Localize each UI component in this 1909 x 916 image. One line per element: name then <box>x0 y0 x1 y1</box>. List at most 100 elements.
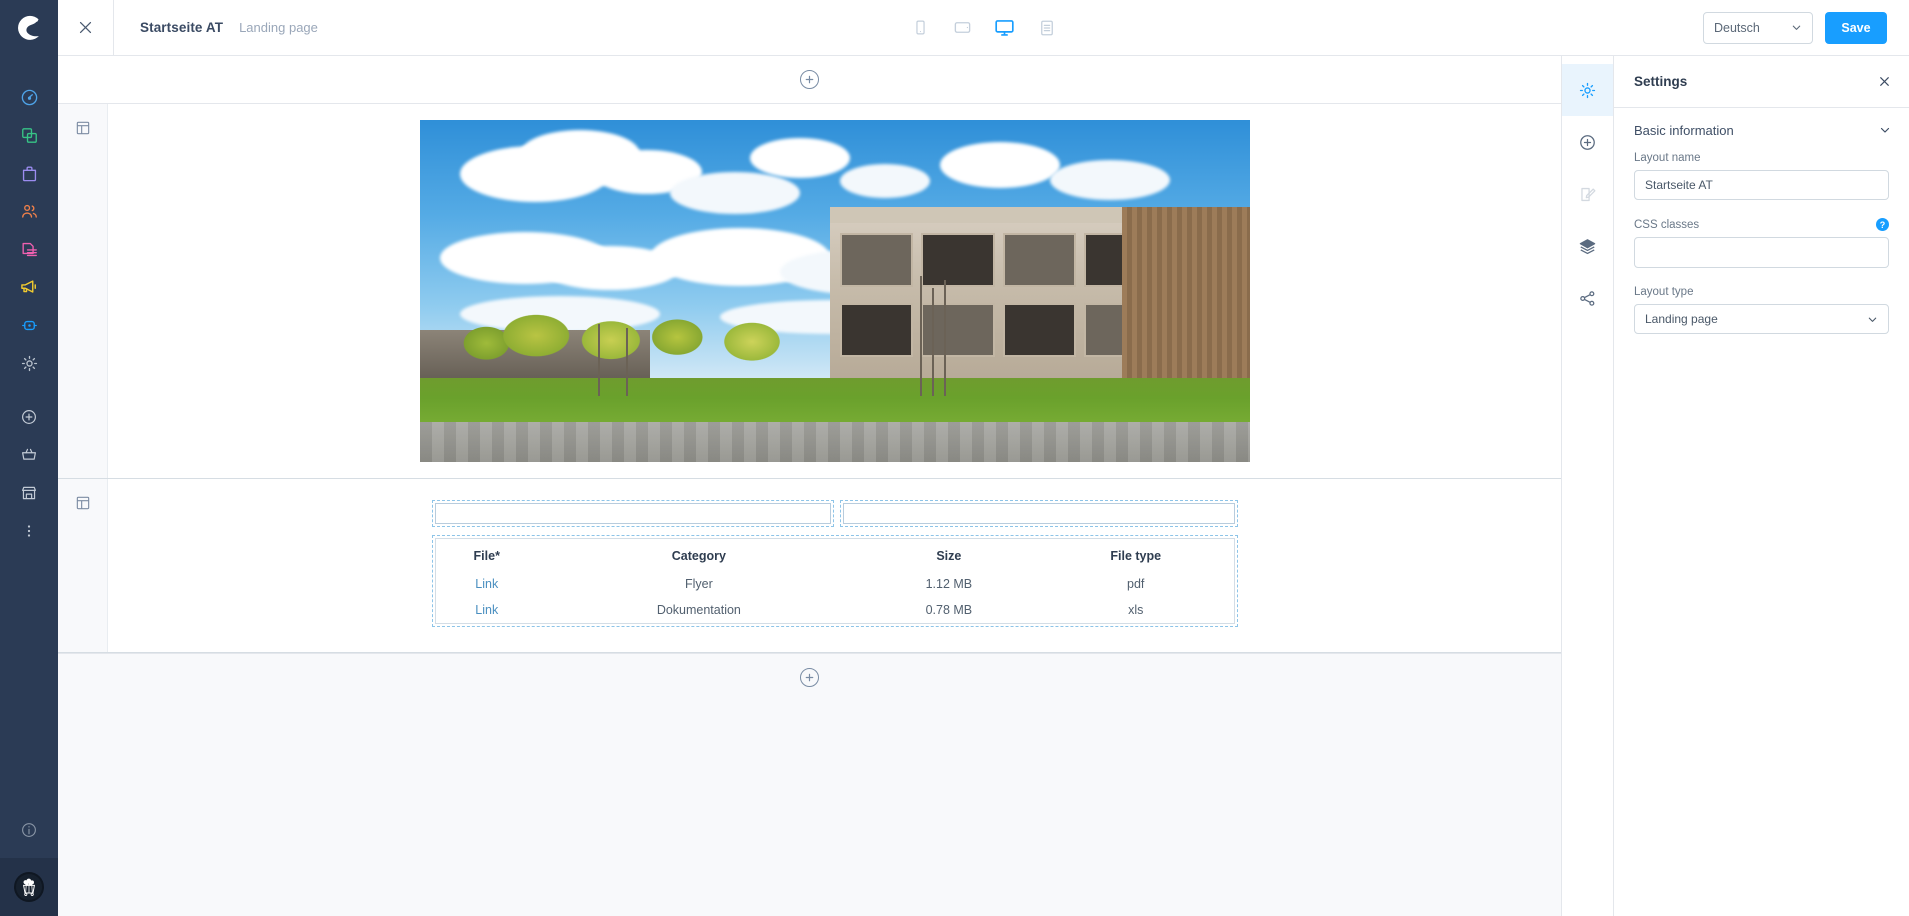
storefront-icon <box>22 486 36 500</box>
settings-panel: Settings Basic information Layout name S… <box>1613 56 1909 916</box>
device-mobile-button[interactable] <box>908 15 934 41</box>
layout-name-label: Layout name <box>1634 152 1701 164</box>
form-field-right[interactable] <box>839 500 1238 527</box>
rail-share-button[interactable] <box>1562 272 1614 324</box>
plus-circle-icon <box>1580 134 1595 150</box>
shopware-logo-icon <box>18 15 40 40</box>
rail-edit-content-button[interactable] <box>1562 168 1614 220</box>
sidebar-item-content[interactable] <box>0 230 58 268</box>
chevron-down-icon <box>1868 317 1877 322</box>
sidebar-help-button[interactable] <box>0 802 58 858</box>
form-input-row <box>431 500 1238 527</box>
more-vertical-icon <box>27 525 31 537</box>
close-editor-button[interactable] <box>58 0 114 56</box>
form-field-left[interactable] <box>431 500 834 527</box>
sidebar-item-extensions[interactable] <box>0 306 58 344</box>
sidebar-item-marketing[interactable] <box>0 268 58 306</box>
gear-icon <box>1579 82 1596 98</box>
cms-section-image-body <box>108 104 1561 478</box>
sidebar-shortcut-add[interactable] <box>0 398 58 436</box>
css-classes-input[interactable] <box>1634 237 1889 268</box>
close-icon <box>1880 77 1889 86</box>
section-layout-icon <box>76 496 89 510</box>
rail-settings-button[interactable] <box>1561 64 1614 116</box>
marketing-megaphone-icon <box>21 280 36 293</box>
extensions-plug-icon <box>21 320 37 330</box>
file-table-col-filetype: File type <box>1110 549 1162 563</box>
basic-information-section-toggle[interactable]: Basic information <box>1614 108 1909 152</box>
cms-block-image[interactable] <box>108 104 1561 478</box>
device-tablet-button[interactable] <box>950 15 976 41</box>
file-category: Flyer <box>684 577 713 591</box>
file-table-col-size: Size <box>936 549 962 563</box>
gear-icon <box>21 355 37 371</box>
sidebar-shortcut-cart[interactable] <box>0 436 58 474</box>
content-document-icon <box>21 242 37 256</box>
edit-document-icon <box>1581 187 1596 201</box>
plus-circle-icon <box>800 668 819 687</box>
file-category: Dokumentation <box>656 603 741 617</box>
cms-section-image <box>58 104 1561 479</box>
file-link[interactable]: Link <box>435 597 538 624</box>
css-classes-group: CSS classes ? <box>1634 218 1889 268</box>
sidebar-shortcut-more[interactable] <box>0 512 58 550</box>
settings-panel-body: Layout name CSS classes ? Layout t <box>1614 152 1909 352</box>
shopware-cms-layout-editor: Startseite AT Landing page Deutsch Save … <box>0 0 1909 916</box>
section-handle-form[interactable] <box>58 479 108 652</box>
main-column: Startseite AT Landing page Deutsch Save … <box>58 0 1909 916</box>
main-sidebar <box>0 0 58 916</box>
save-button[interactable]: Save <box>1825 11 1887 44</box>
info-circle-icon <box>22 823 36 837</box>
rail-add-element-button[interactable] <box>1562 116 1614 168</box>
chevron-down-icon <box>1792 25 1801 30</box>
layout-type-label: Layout type <box>1634 286 1694 298</box>
basket-icon <box>22 448 36 460</box>
file-link[interactable]: Link <box>435 571 538 597</box>
page-subtitle: Landing page <box>239 20 318 35</box>
mobile-icon <box>916 20 925 35</box>
device-form-button[interactable] <box>1034 15 1060 41</box>
sidebar-nav-items <box>0 78 58 382</box>
page-title: Startseite AT <box>140 20 224 35</box>
sidebar-user-avatar[interactable] <box>0 858 58 916</box>
language-select[interactable]: Deutsch <box>1703 11 1813 44</box>
device-desktop-button[interactable] <box>992 15 1018 41</box>
layout-name-input[interactable] <box>1634 170 1889 200</box>
sidebar-item-catalogues[interactable] <box>0 116 58 154</box>
sidebar-item-orders[interactable] <box>0 154 58 192</box>
cms-canvas: File* Category Size File type Link Flyer… <box>58 56 1561 916</box>
file-size: 0.78 MB <box>925 603 973 617</box>
file-type: xls <box>1128 603 1144 617</box>
help-question-icon[interactable]: ? <box>1876 218 1889 231</box>
basic-information-title: Basic information <box>1634 122 1734 138</box>
avatar <box>14 872 44 902</box>
plus-circle-icon <box>22 410 36 424</box>
table-row: Link Flyer 1.12 MB pdf <box>435 571 1234 597</box>
sidebar-shortcut-storefront[interactable] <box>0 474 58 512</box>
cms-section-form: File* Category Size File type Link Flyer… <box>58 479 1561 653</box>
add-section-bottom[interactable] <box>58 653 1561 701</box>
css-classes-label: CSS classes <box>1634 218 1700 231</box>
layout-name-group: Layout name <box>1634 152 1889 200</box>
cms-block-form: File* Category Size File type Link Flyer… <box>108 479 1561 652</box>
shopware-logo[interactable] <box>0 0 58 56</box>
rail-layers-button[interactable] <box>1562 220 1614 272</box>
editor-tool-rail <box>1561 56 1614 916</box>
desktop-icon <box>995 20 1014 36</box>
customers-people-icon <box>21 204 37 218</box>
section-handle-image[interactable] <box>58 104 108 478</box>
close-icon <box>79 21 92 34</box>
layout-type-select[interactable]: Landing page <box>1634 304 1889 334</box>
hero-image <box>419 120 1250 462</box>
editor-body: File* Category Size File type Link Flyer… <box>58 56 1909 916</box>
settings-panel-close-button[interactable] <box>1878 75 1891 88</box>
file-size: 1.12 MB <box>925 577 973 591</box>
sidebar-item-dashboard[interactable] <box>0 78 58 116</box>
sidebar-item-settings[interactable] <box>0 344 58 382</box>
settings-panel-header: Settings <box>1614 56 1909 108</box>
add-section-top[interactable] <box>58 56 1561 104</box>
sidebar-item-customers[interactable] <box>0 192 58 230</box>
dashboard-gauge-icon <box>21 89 37 105</box>
file-table: File* Category Size File type Link Flyer… <box>431 535 1238 627</box>
file-type: pdf <box>1127 577 1145 591</box>
